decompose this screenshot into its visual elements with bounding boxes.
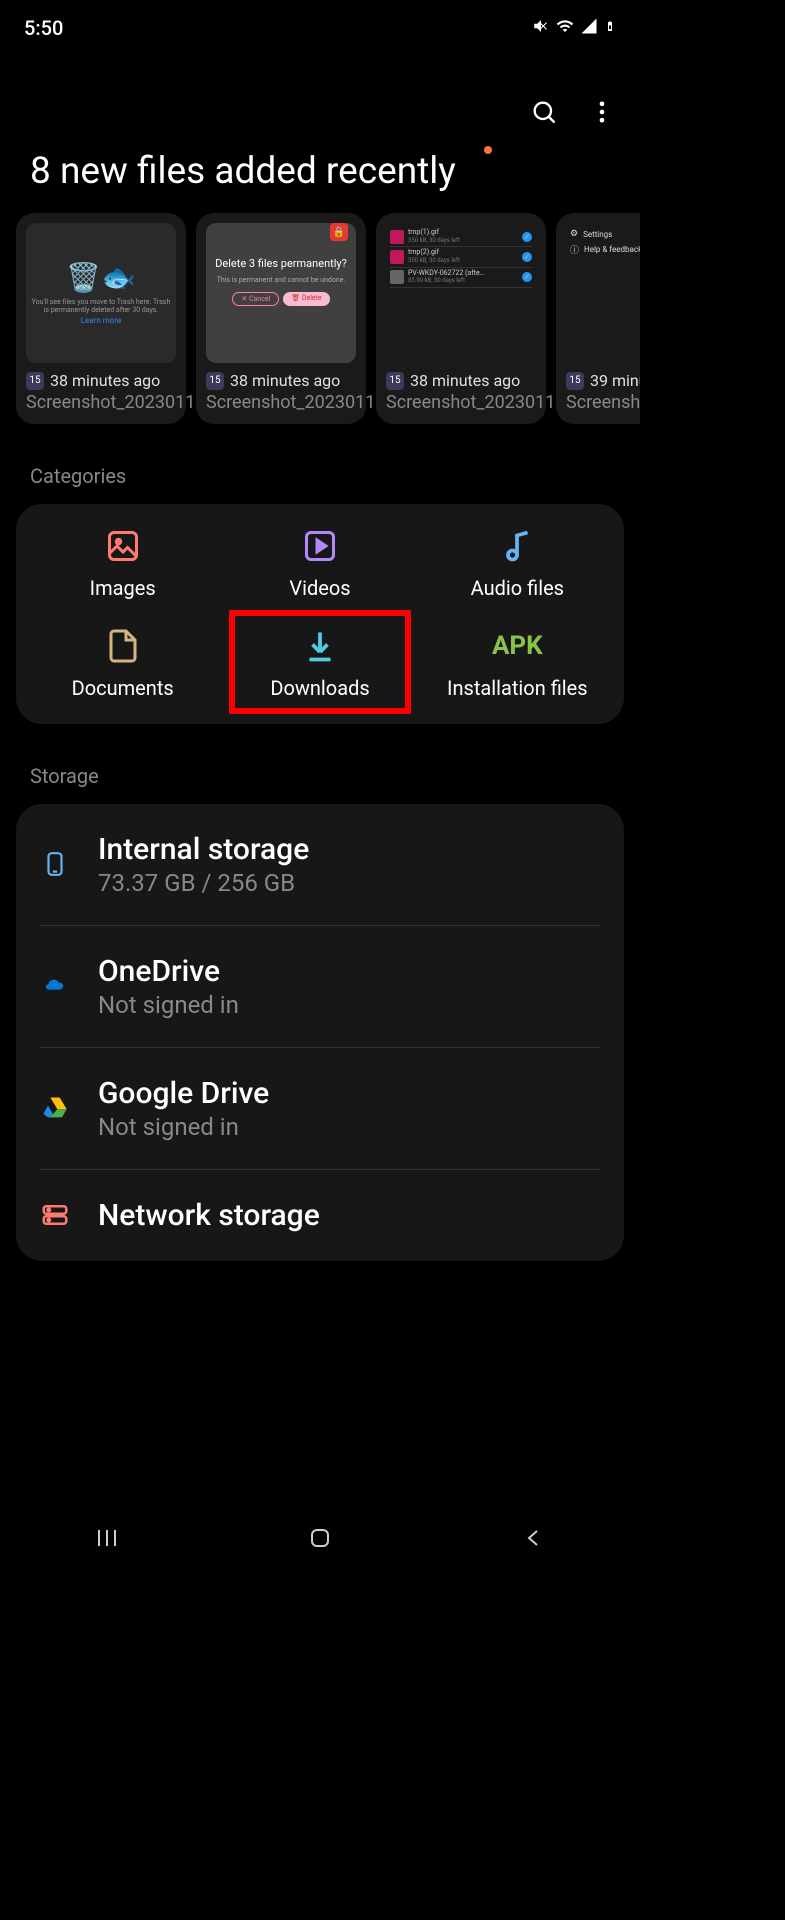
gdrive-icon: [40, 1093, 70, 1123]
category-installation[interactable]: APK Installation files: [421, 628, 614, 700]
thumbnail: 🔒 Delete 3 files permanently? This is pe…: [206, 223, 356, 363]
storage-title: Google Drive: [98, 1076, 600, 1111]
signal-icon: [580, 16, 598, 40]
category-downloads[interactable]: Downloads: [223, 628, 416, 700]
recent-file-card[interactable]: 🗑️🐟 You'll see files you move to Trash h…: [16, 213, 186, 424]
back-button[interactable]: [503, 1523, 563, 1553]
documents-icon: [105, 628, 141, 664]
app-toolbar: [0, 48, 640, 150]
category-documents[interactable]: Documents: [26, 628, 219, 700]
storage-sub: Not signed in: [98, 1113, 600, 1141]
recent-file-card[interactable]: 🔒 Delete 3 files permanently? This is pe…: [196, 213, 366, 424]
home-button[interactable]: [290, 1523, 350, 1553]
mute-icon: [532, 16, 550, 40]
wifi-icon: [556, 16, 574, 40]
network-icon: [40, 1200, 70, 1230]
file-name: Screenshot_20230111_17: [566, 392, 640, 414]
category-label: Videos: [289, 576, 350, 600]
app-icon: 15: [566, 372, 584, 390]
thumbnail: ⚙Settings ⓘHelp & feedback: [566, 223, 640, 363]
recent-file-card[interactable]: ⚙Settings ⓘHelp & feedback 15 39 minut Sc…: [556, 213, 640, 424]
highlight-annotation: [229, 610, 410, 714]
storage-gdrive[interactable]: Google Drive Not signed in: [40, 1048, 600, 1170]
file-name: Screenshot_20230111_1712…: [386, 392, 536, 414]
storage-title: OneDrive: [98, 954, 600, 989]
status-bar: 5:50: [0, 0, 640, 48]
categories-grid: Images Videos Audio files Documents Down…: [16, 504, 624, 724]
app-icon: 15: [206, 372, 224, 390]
storage-list: Internal storage 73.37 GB / 256 GB OneDr…: [16, 804, 624, 1261]
category-label: Installation files: [447, 676, 588, 700]
recent-files-row: 🗑️🐟 You'll see files you move to Trash h…: [0, 213, 640, 424]
storage-internal[interactable]: Internal storage 73.37 GB / 256 GB: [40, 804, 600, 926]
category-label: Images: [90, 576, 156, 600]
category-videos[interactable]: Videos: [223, 528, 416, 600]
categories-label: Categories: [0, 424, 640, 504]
battery-icon: [604, 16, 616, 40]
file-time: 38 minutes ago: [50, 371, 160, 390]
file-name: Screenshot_20230111_1712…: [206, 392, 356, 414]
category-label: Documents: [72, 676, 174, 700]
videos-icon: [302, 528, 338, 564]
page-title: 8 new files added recently: [0, 150, 640, 213]
audio-icon: [499, 528, 535, 564]
onedrive-icon: [40, 971, 70, 1001]
images-icon: [105, 528, 141, 564]
more-icon[interactable]: [588, 98, 616, 130]
storage-title: Internal storage: [98, 832, 600, 867]
storage-label: Storage: [0, 724, 640, 804]
navigation-bar: [0, 1510, 640, 1566]
app-icon: 15: [26, 372, 44, 390]
recent-file-card[interactable]: tmp(1).gif350 kB, 30 days left✓ tmp(2).g…: [376, 213, 546, 424]
category-label: Audio files: [471, 576, 564, 600]
app-icon: 15: [386, 372, 404, 390]
status-icons: [532, 16, 616, 40]
file-time: 39 minut: [590, 371, 640, 390]
category-images[interactable]: Images: [26, 528, 219, 600]
recents-button[interactable]: [77, 1523, 137, 1553]
apk-icon: APK: [499, 628, 535, 664]
file-time: 38 minutes ago: [410, 371, 520, 390]
title-text: 8 new files added recently: [30, 150, 456, 193]
thumbnail: tmp(1).gif350 kB, 30 days left✓ tmp(2).g…: [386, 223, 536, 363]
storage-network[interactable]: Network storage: [40, 1170, 600, 1261]
status-time: 5:50: [24, 16, 63, 40]
phone-icon: [40, 849, 70, 879]
file-name: Screenshot_20230111_1712…: [26, 392, 176, 414]
storage-sub: Not signed in: [98, 991, 600, 1019]
thumbnail: 🗑️🐟 You'll see files you move to Trash h…: [26, 223, 176, 363]
storage-onedrive[interactable]: OneDrive Not signed in: [40, 926, 600, 1048]
notification-dot-icon: [484, 146, 492, 154]
search-icon[interactable]: [530, 98, 558, 130]
storage-sub: 73.37 GB / 256 GB: [98, 869, 600, 897]
category-audio[interactable]: Audio files: [421, 528, 614, 600]
file-time: 38 minutes ago: [230, 371, 340, 390]
storage-title: Network storage: [98, 1198, 600, 1233]
